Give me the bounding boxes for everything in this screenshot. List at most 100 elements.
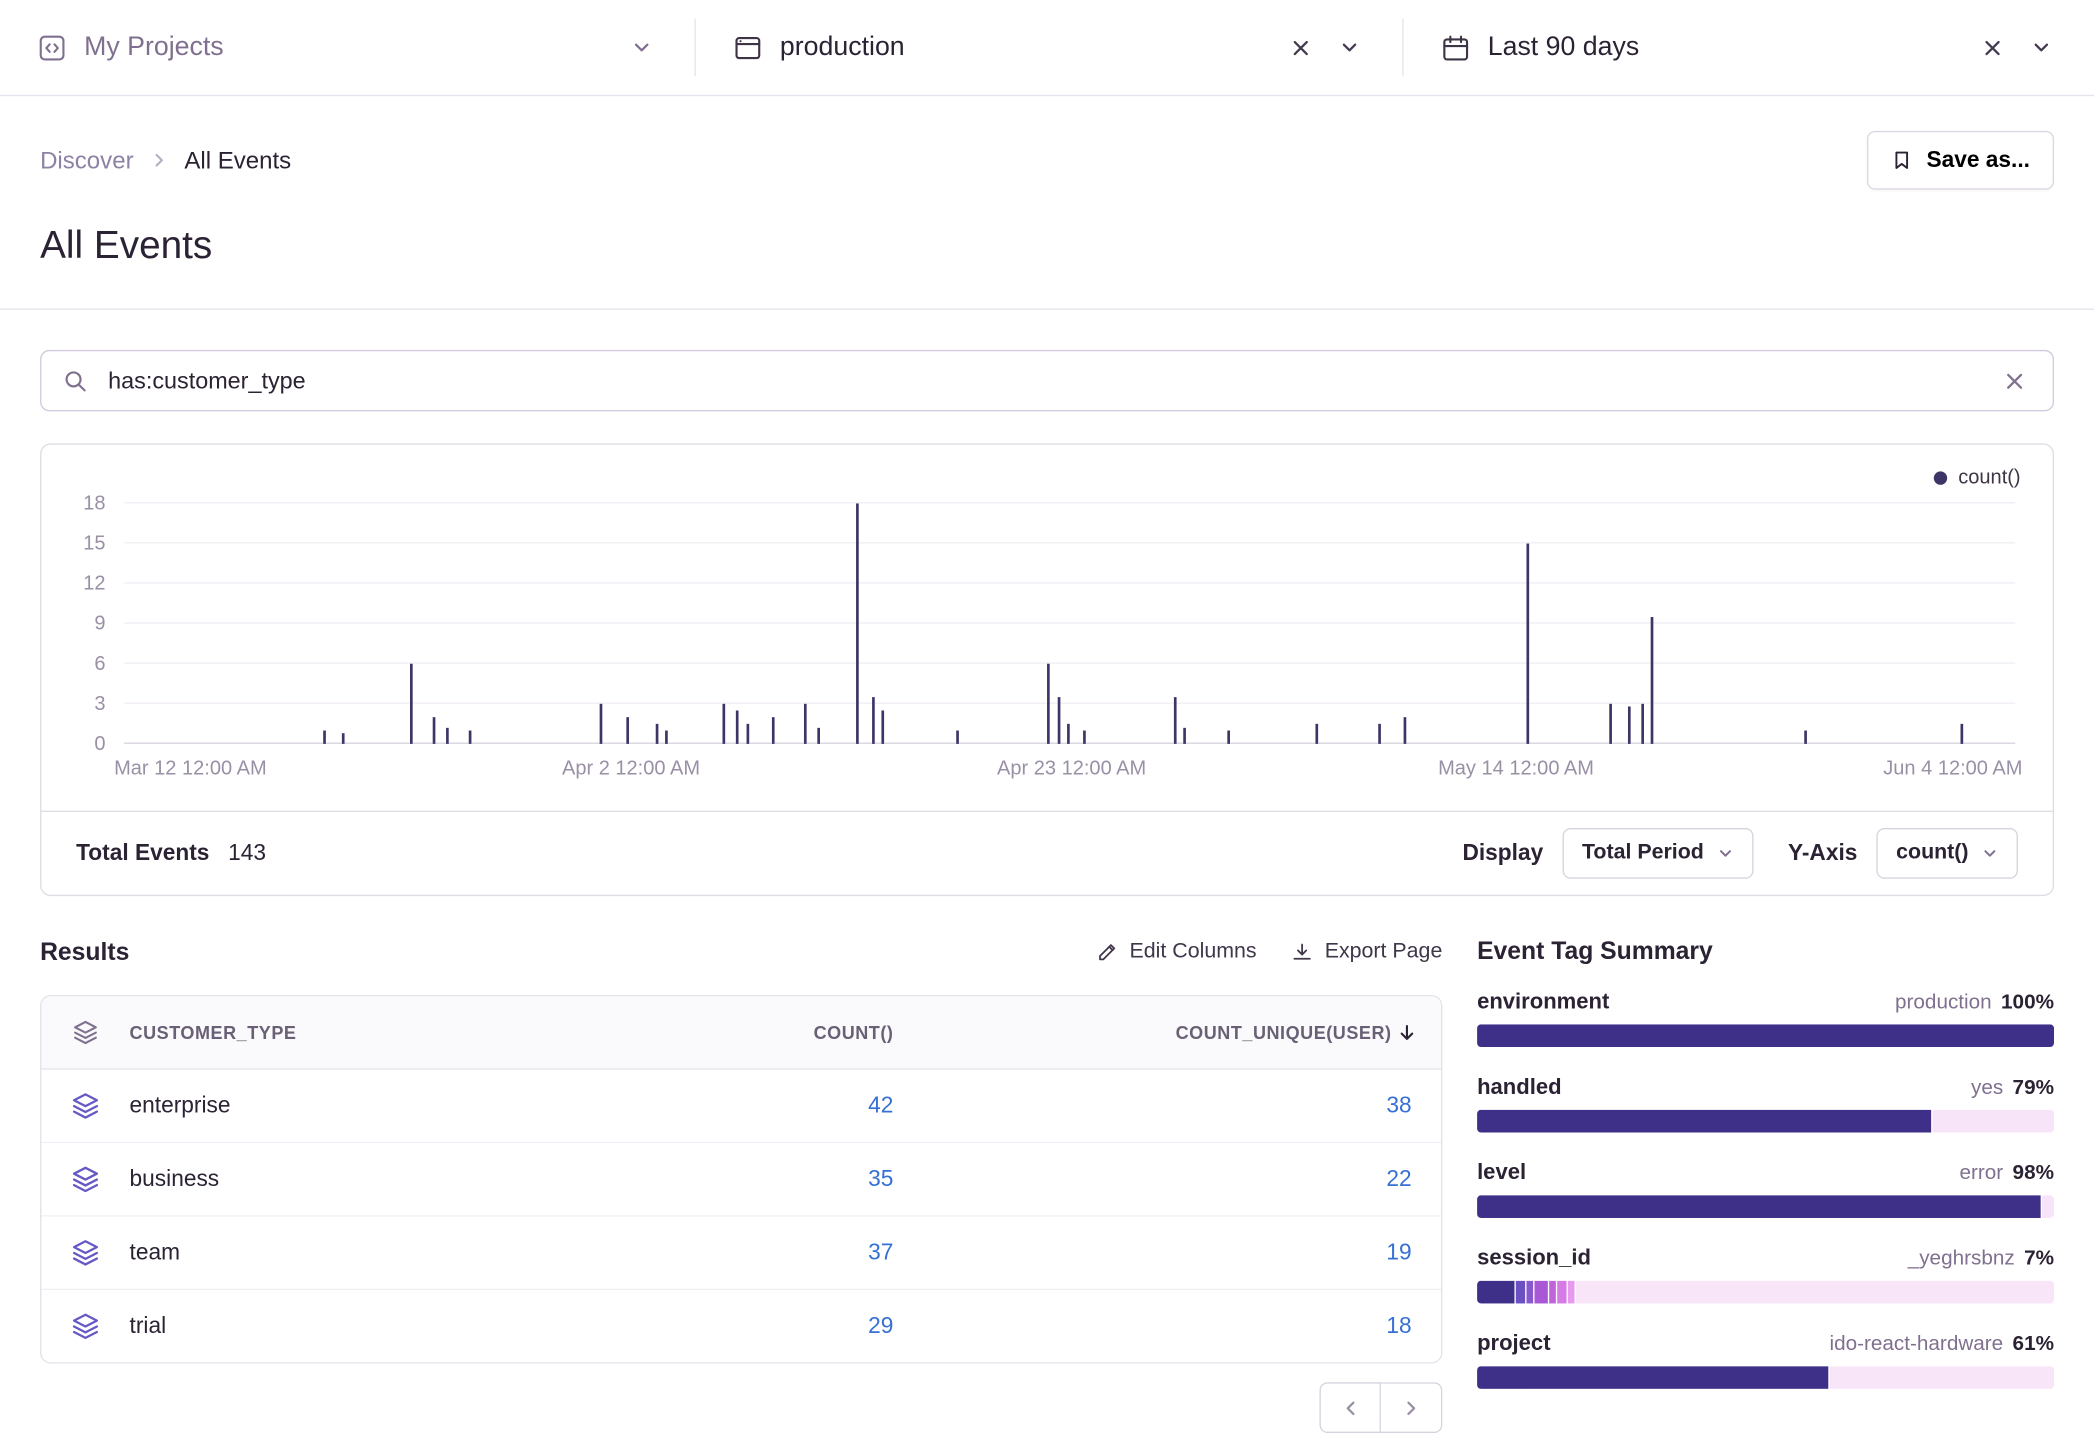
save-as-button[interactable]: Save as... <box>1868 131 2054 190</box>
environment-filter-label: production <box>780 32 905 63</box>
events-chart: count() 0369121518Mar 12 12:00 AMApr 2 1… <box>41 445 2052 811</box>
chart-bar <box>772 717 775 744</box>
tag-summary-heading: Event Tag Summary <box>1477 936 2054 965</box>
chart-bar <box>1048 664 1051 744</box>
tag-top-value: production <box>1895 991 1992 1014</box>
project-selector[interactable]: My Projects <box>0 0 694 95</box>
count-unique-cell[interactable]: 22 <box>923 1166 1441 1193</box>
chart-bar <box>1403 717 1406 744</box>
count-cell[interactable]: 29 <box>629 1313 923 1340</box>
tag-percent: 100% <box>2001 991 2054 1014</box>
tag-percent: 98% <box>2013 1162 2054 1185</box>
export-page-button[interactable]: Export Page <box>1291 940 1442 964</box>
count-unique-cell[interactable]: 19 <box>923 1239 1441 1266</box>
count-unique-cell[interactable]: 38 <box>923 1092 1441 1119</box>
tag-bar-segment <box>1933 1110 2054 1133</box>
chevron-down-icon <box>1982 845 1998 861</box>
page-title: All Events <box>40 224 2054 268</box>
tag-bar-segment <box>1535 1281 1547 1304</box>
chevron-down-icon <box>1717 845 1733 861</box>
tag-percent: 79% <box>2013 1076 2054 1099</box>
count-cell[interactable]: 35 <box>629 1166 923 1193</box>
chart-legend[interactable]: count() <box>1934 466 2020 489</box>
app: My Projects production <box>0 0 2094 1416</box>
tag-name: level <box>1477 1161 1526 1186</box>
chart-bar <box>446 728 449 744</box>
tag-bar-segment <box>1549 1281 1556 1304</box>
column-header-count-unique[interactable]: COUNT_UNIQUE(USER) <box>923 1022 1441 1042</box>
tag-top-value: _yeghrsbnz <box>1908 1247 2015 1270</box>
chevron-down-icon[interactable] <box>1334 32 1365 63</box>
tag-bar-segment <box>1477 1195 2041 1218</box>
chart-bar <box>881 710 884 743</box>
breadcrumb: Discover All Events <box>40 146 291 174</box>
table-row[interactable]: team3719 <box>41 1217 1441 1290</box>
chart-bar <box>410 664 413 744</box>
table-body: enterprise4238 business3522 team3719 tri… <box>41 1070 1441 1362</box>
previous-page-button[interactable] <box>1319 1382 1380 1433</box>
column-header-count[interactable]: COUNT() <box>629 1022 923 1042</box>
breadcrumb-current: All Events <box>184 146 291 174</box>
tag-distribution-bar[interactable] <box>1477 1110 2054 1133</box>
chart-bar <box>599 704 602 744</box>
display-dropdown[interactable]: Total Period <box>1562 828 1753 879</box>
customer-type-cell: trial <box>130 1313 629 1340</box>
breadcrumb-discover-link[interactable]: Discover <box>40 146 134 174</box>
x-axis-tick-label: Apr 2 12:00 AM <box>562 757 700 780</box>
window-icon <box>733 33 762 62</box>
date-range-label: Last 90 days <box>1488 32 1639 63</box>
yaxis-dropdown[interactable]: count() <box>1876 828 2018 879</box>
y-axis-tick-label: 12 <box>83 572 105 595</box>
events-chart-panel: count() 0369121518Mar 12 12:00 AMApr 2 1… <box>40 443 2054 896</box>
table-row[interactable]: trial2918 <box>41 1290 1441 1362</box>
y-axis-tick-label: 18 <box>83 492 105 515</box>
tag-distribution-bar[interactable] <box>1477 1281 2054 1304</box>
search-input[interactable] <box>106 365 1981 396</box>
count-cell[interactable]: 37 <box>629 1239 923 1266</box>
clear-date-range-icon[interactable] <box>1977 31 2009 63</box>
clear-search-icon[interactable] <box>1998 364 2031 397</box>
chart-plot: 0369121518Mar 12 12:00 AMApr 2 12:00 AMA… <box>124 503 2015 743</box>
tag-entry: session_id_yeghrsbnz7% <box>1477 1246 2054 1303</box>
save-as-label: Save as... <box>1926 147 2030 174</box>
tag-distribution-bar[interactable] <box>1477 1024 2054 1047</box>
tag-bar-segment <box>1477 1281 1514 1304</box>
next-page-button[interactable] <box>1381 1382 1442 1433</box>
chart-bar <box>1057 697 1060 744</box>
column-header-customer-type[interactable]: CUSTOMER_TYPE <box>130 1022 629 1042</box>
tag-bar-segment <box>1575 1281 2054 1304</box>
chart-bar <box>1184 728 1187 744</box>
tag-distribution-bar[interactable] <box>1477 1366 2054 1389</box>
yaxis-dropdown-value: count() <box>1896 841 1968 865</box>
count-unique-cell[interactable]: 18 <box>923 1313 1441 1340</box>
edit-columns-button[interactable]: Edit Columns <box>1096 940 1256 964</box>
date-range-filter[interactable]: Last 90 days <box>1404 0 2094 95</box>
tag-distribution-bar[interactable] <box>1477 1195 2054 1218</box>
layers-icon <box>41 1165 129 1194</box>
tag-name: handled <box>1477 1075 1561 1100</box>
environment-filter[interactable]: production <box>696 0 1402 95</box>
chevron-down-icon[interactable] <box>2026 32 2057 63</box>
display-label: Display <box>1462 840 1543 867</box>
chart-bar <box>1651 617 1654 744</box>
results-table: CUSTOMER_TYPE COUNT() COUNT_UNIQUE(USER)… <box>40 995 1442 1364</box>
tag-bar-segment <box>1527 1281 1534 1304</box>
tag-bar-segment <box>1477 1366 1828 1389</box>
project-selector-label: My Projects <box>84 32 224 63</box>
chart-bar <box>1609 704 1612 744</box>
table-row[interactable]: enterprise4238 <box>41 1070 1441 1143</box>
chart-bar <box>469 731 472 744</box>
total-events-value: 143 <box>228 840 266 867</box>
tag-bar-segment <box>1567 1281 1574 1304</box>
pagination <box>40 1382 1442 1433</box>
export-page-label: Export Page <box>1325 940 1443 964</box>
count-cell[interactable]: 42 <box>629 1092 923 1119</box>
gridline <box>124 502 2015 503</box>
table-row[interactable]: business3522 <box>41 1143 1441 1216</box>
clear-environment-icon[interactable] <box>1285 31 1317 63</box>
chart-bar <box>1641 704 1644 744</box>
tag-bar-segment <box>2043 1195 2054 1218</box>
gridline <box>124 662 2015 663</box>
chart-bar <box>1067 724 1070 744</box>
tag-list: environmentproduction100%handledyes79%le… <box>1477 990 2054 1389</box>
